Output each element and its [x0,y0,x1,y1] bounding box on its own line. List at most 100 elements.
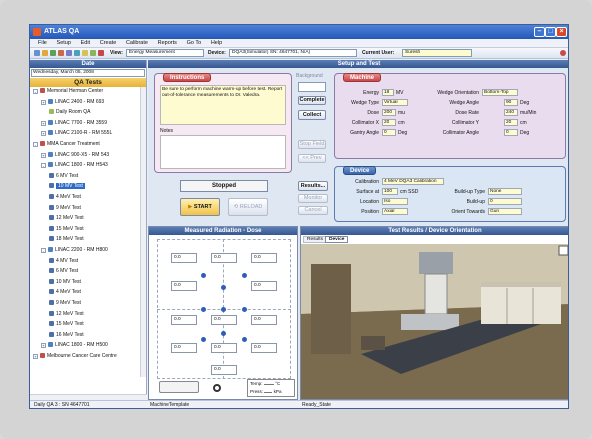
wedge-orientation-field[interactable]: Bottom-Top [482,89,518,96]
expand-icon[interactable]: + [41,131,46,137]
open-icon[interactable] [42,50,48,56]
wedge-angle-field[interactable]: 90 [504,99,518,106]
energy-field[interactable]: 18 [382,89,394,96]
print-icon[interactable] [58,50,64,56]
collapse-icon[interactable]: - [41,163,46,169]
menu-file[interactable]: File [38,39,47,48]
device-select[interactable]: DQA3(Simulator) SN: 4647701, N/A) [229,49,357,57]
expand-icon[interactable]: + [41,152,46,158]
collimator-y-field[interactable]: 20 [504,119,518,126]
date-picker[interactable]: Wednesday, March 05, 2008 [31,69,145,77]
folder-icon[interactable] [82,50,88,56]
cancel-button[interactable]: Cancel [298,206,328,215]
new-icon[interactable] [34,50,40,56]
chart-icon[interactable] [74,50,80,56]
tree-vertical-scrollbar[interactable] [140,87,146,377]
menu-calibrate[interactable]: Calibrate [126,39,148,48]
prev-button[interactable]: << Prev [298,154,326,163]
wedge-type-field[interactable]: Virtual [382,99,408,106]
dose-rate-field[interactable]: 240 [504,109,518,116]
position-field[interactable]: Axial [382,208,408,215]
tree-item[interactable]: - LINAC 1800 - RM H543 [41,161,108,169]
tree-item[interactable]: + LINAC 1800 - RM H500 [41,341,108,349]
tree-item[interactable]: 10 MV Test [49,278,81,286]
collimator-x-unit: cm [398,120,405,126]
test-icon [49,204,54,210]
collect-button[interactable]: Collect [298,110,326,120]
tree-item[interactable]: + LINAC 2100-R - RM 555L [41,129,112,137]
tree-item[interactable]: 12 MeV Test [49,214,84,222]
tree-item[interactable]: - Memorial Herman Center [33,87,103,95]
collapse-icon[interactable]: - [33,142,38,147]
report-icon[interactable] [66,50,72,56]
collimator-angle-field[interactable]: 0 [504,129,518,136]
menu-reports[interactable]: Reports [158,39,177,48]
menu-setup[interactable]: Setup [57,39,71,48]
results-button[interactable]: Results... [298,181,328,191]
tree-item-label: 6 MV Test [56,172,79,179]
tree-item[interactable]: - LINAC 2200 - RM H800 [41,246,108,254]
dose-rate-label: Dose Rate [455,110,479,116]
tab-device[interactable]: Device [325,236,349,243]
tree-item[interactable]: 9 MeV Test [49,299,81,307]
tree-item[interactable]: 6 MV Test [49,267,78,275]
location-field[interactable]: Iso [382,198,408,205]
tree-item[interactable]: + LINAC 900-X5 - RM 543 [41,151,109,159]
tree-item[interactable]: 15 MeV Test [49,320,84,328]
tree-item[interactable]: 4 MeV Test [49,193,81,201]
buildup-field[interactable]: 0 [488,198,522,205]
tree-item-label: 4 MeV Test [56,194,81,200]
tree-item[interactable]: 4 MeV Test [49,288,81,296]
stop-icon[interactable] [98,50,104,56]
tree-item[interactable]: 6 MV Test [49,172,78,180]
tree-item-label: 15 MeV Test [56,321,84,328]
device-orientation-3d-view[interactable] [301,244,569,400]
tree-item[interactable]: + Melbourne Cancer Care Centre [33,352,117,360]
pin-icon[interactable] [560,50,566,56]
minimize-button[interactable]: – [534,27,545,37]
expand-icon[interactable]: + [33,354,38,359]
reload-button[interactable]: ⟲ RELOAD [228,198,268,216]
menu-create[interactable]: Create [100,39,117,48]
surface-field[interactable]: 100 [382,188,398,195]
calibration-field[interactable]: 4 MeV DQA3 Calibration [382,178,444,185]
save-icon[interactable] [50,50,56,56]
background-field[interactable] [298,82,326,92]
dose-field[interactable]: 200 [382,109,396,116]
tree-item[interactable]: 4 MV Test [49,257,78,265]
expand-icon[interactable]: + [41,120,46,126]
tree-item[interactable]: 18 MeV Test [49,235,84,243]
collapse-icon[interactable]: - [33,89,38,94]
refresh-icon[interactable] [90,50,96,56]
collapse-icon[interactable]: - [41,248,46,253]
tree-item[interactable]: Daily Room QA [49,108,90,116]
notes-input[interactable] [160,135,286,169]
close-button[interactable]: × [556,27,567,37]
gantry-angle-field[interactable]: 0 [382,129,396,136]
tree-item[interactable]: + LINAC 7700 - RM 3559 [41,119,107,127]
orient-towards-field[interactable]: Gun [488,208,522,215]
tree-item[interactable]: 9 MeV Test [49,204,81,212]
menu-edit[interactable]: Edit [81,39,90,48]
tree-item[interactable]: 10 MV Test [49,182,85,190]
buildup-type-field[interactable]: None [488,188,522,195]
stop-field-button[interactable]: Stop Field [298,140,326,149]
menu-goto[interactable]: Go To [187,39,202,48]
tree-item[interactable]: 15 MeV Test [49,225,84,233]
expand-icon[interactable]: + [41,99,46,105]
tree-item[interactable]: + LINAC 2400 - RM 693 [41,98,104,106]
tree-item[interactable]: 16 MeV Test [49,331,84,339]
tab-results[interactable]: Results [303,236,327,243]
menu-help[interactable]: Help [211,39,222,48]
tree-item[interactable]: 12 MeV Test [49,310,84,318]
maximize-button[interactable]: □ [545,27,556,37]
expand-icon[interactable]: + [41,343,46,349]
tree-item-label: 10 MV Test [56,278,81,285]
collimator-x-field[interactable]: 20 [382,119,396,126]
monitor-button[interactable]: Monitor [298,194,328,203]
start-button[interactable]: ▶ START [180,198,220,216]
complete-button[interactable]: Complete [298,96,326,105]
current-user-field[interactable]: Suresh [402,49,472,57]
tree-item[interactable]: - MMA Cancer Treatment [33,140,100,148]
view-select[interactable]: Energy Measurement [126,49,204,57]
